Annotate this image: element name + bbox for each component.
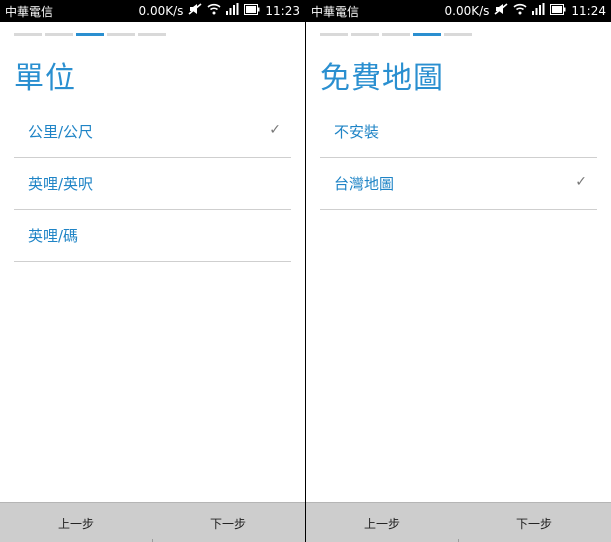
step-indicator	[138, 33, 166, 36]
option-list: 不安裝 台灣地圖 ✓	[320, 106, 597, 210]
option-mile-yd[interactable]: 英哩/碼	[14, 210, 291, 262]
previous-button[interactable]: 上一步	[306, 503, 458, 542]
next-button[interactable]: 下一步	[458, 503, 610, 542]
option-label: 英哩/碼	[28, 227, 79, 245]
mute-icon	[494, 3, 508, 18]
wifi-icon	[207, 3, 221, 18]
step-progress	[14, 33, 166, 36]
content-area: 免費地圖 不安裝 台灣地圖 ✓	[306, 22, 611, 502]
step-progress	[320, 33, 472, 36]
step-indicator-active	[413, 33, 441, 36]
status-bar: 中華電信 0.00K/s 11:24	[306, 0, 611, 22]
option-label: 公里/公尺	[28, 123, 94, 141]
option-list: 公里/公尺 ✓ 英哩/英呎 英哩/碼	[14, 106, 291, 262]
step-indicator	[14, 33, 42, 36]
carrier-name: 中華電信	[5, 5, 54, 19]
previous-button[interactable]: 上一步	[0, 503, 152, 542]
bottom-nav-bar: 上一步 下一步	[0, 502, 305, 542]
wifi-icon	[513, 3, 527, 18]
option-label: 英哩/英呎	[28, 175, 94, 193]
step-indicator	[351, 33, 379, 36]
clock: 11:23	[265, 3, 300, 18]
mute-icon	[188, 3, 202, 18]
option-taiwan-map[interactable]: 台灣地圖 ✓	[320, 158, 597, 210]
status-bar: 中華電信 0.00K/s 11:23	[0, 0, 305, 22]
screen-units: 中華電信 0.00K/s 11:23 單位 公里/公尺 ✓ 英哩/英呎 英哩/碼…	[0, 0, 305, 542]
page-title: 單位	[14, 61, 76, 96]
carrier-name: 中華電信	[311, 5, 360, 19]
status-icons: 0.00K/s 11:23	[139, 3, 300, 18]
next-button[interactable]: 下一步	[152, 503, 304, 542]
screen-free-maps: 中華電信 0.00K/s 11:24 免費地圖 不安裝 台灣地圖 ✓ 上一步 下…	[306, 0, 611, 542]
option-label: 台灣地圖	[334, 175, 395, 193]
content-area: 單位 公里/公尺 ✓ 英哩/英呎 英哩/碼	[0, 22, 305, 502]
network-speed: 0.00K/s	[444, 3, 490, 18]
checkmark-icon: ✓	[269, 122, 281, 138]
step-indicator	[444, 33, 472, 36]
option-no-install[interactable]: 不安裝	[320, 106, 597, 158]
step-indicator	[45, 33, 73, 36]
bottom-nav-bar: 上一步 下一步	[306, 502, 611, 542]
battery-icon	[244, 3, 260, 18]
status-icons: 0.00K/s 11:24	[445, 3, 606, 18]
option-mile-ft[interactable]: 英哩/英呎	[14, 158, 291, 210]
checkmark-icon: ✓	[575, 174, 587, 190]
step-indicator	[382, 33, 410, 36]
signal-icon	[532, 3, 545, 18]
step-indicator-active	[76, 33, 104, 36]
option-km-m[interactable]: 公里/公尺 ✓	[14, 106, 291, 158]
step-indicator	[107, 33, 135, 36]
signal-icon	[226, 3, 239, 18]
app-root: 中華電信 0.00K/s 11:23 單位 公里/公尺 ✓ 英哩/英呎 英哩/碼…	[0, 0, 611, 542]
network-speed: 0.00K/s	[138, 3, 184, 18]
page-title: 免費地圖	[320, 61, 444, 96]
battery-icon	[550, 3, 566, 18]
option-label: 不安裝	[334, 123, 380, 141]
clock: 11:24	[571, 3, 606, 18]
step-indicator	[320, 33, 348, 36]
